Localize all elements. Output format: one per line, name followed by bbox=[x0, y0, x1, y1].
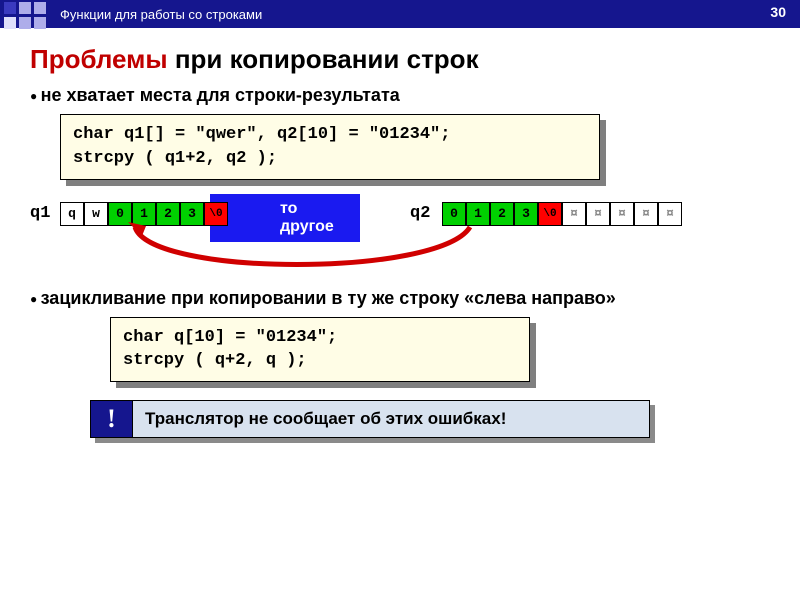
bullet-1: не хватает места для строки-результата bbox=[30, 85, 770, 106]
copy-arrow-arc bbox=[120, 222, 540, 282]
slide-title: Проблемы при копировании строк bbox=[30, 44, 770, 75]
code-text-1: char q1[] = "qwer", q2[10] = "01234"; st… bbox=[60, 114, 600, 180]
memory-cell: ¤ bbox=[610, 202, 634, 226]
page-number: 30 bbox=[770, 4, 786, 20]
memory-cell: ¤ bbox=[586, 202, 610, 226]
code-block-2: char q[10] = "01234"; strcpy ( q+2, q ); bbox=[110, 317, 530, 383]
q2-label: q2 bbox=[410, 204, 430, 223]
code-text-2: char q[10] = "01234"; strcpy ( q+2, q ); bbox=[110, 317, 530, 383]
slide-header: Функции для работы со строками 30 bbox=[0, 0, 800, 28]
memory-cell: \0 bbox=[538, 202, 562, 226]
warning-text: Транслятор не сообщает об этих ошибках! bbox=[133, 401, 649, 437]
bullet-2: зацикливание при копировании в ту же стр… bbox=[30, 288, 670, 309]
memory-cell: ¤ bbox=[562, 202, 586, 226]
warning-note: ! Транслятор не сообщает об этих ошибках… bbox=[90, 400, 650, 438]
memory-cell: ¤ bbox=[658, 202, 682, 226]
header-title: Функции для работы со строками bbox=[60, 7, 262, 22]
q1-label: q1 bbox=[30, 204, 50, 223]
title-black: при копировании строк bbox=[168, 44, 479, 74]
code-block-1: char q1[] = "qwer", q2[10] = "01234"; st… bbox=[60, 114, 600, 180]
warning-icon: ! bbox=[91, 401, 133, 437]
memory-diagram: то другое q1 qw0123\0 q2 0123\0¤¤¤¤¤ bbox=[30, 194, 770, 284]
memory-cell: q bbox=[60, 202, 84, 226]
header-decoration bbox=[0, 0, 54, 28]
title-red: Проблемы bbox=[30, 44, 168, 74]
memory-cell: ¤ bbox=[634, 202, 658, 226]
memory-cell: w bbox=[84, 202, 108, 226]
